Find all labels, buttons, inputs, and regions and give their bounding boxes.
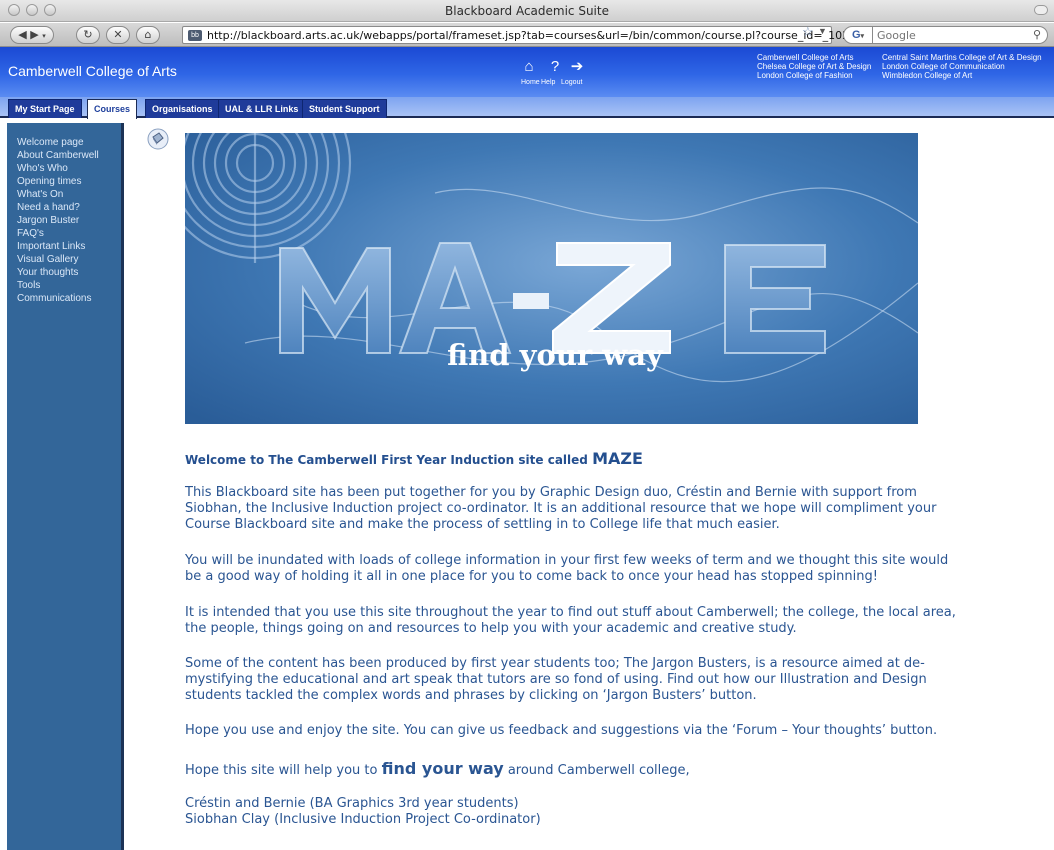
menu-item-tools[interactable]: Tools — [17, 280, 40, 291]
tab-my-start-page[interactable]: My Start Page — [8, 99, 82, 118]
banner-tagline: find your way — [447, 338, 664, 372]
college-link-lcc[interactable]: London College of Communication — [882, 62, 1005, 71]
menu-item-communications[interactable]: Communications — [17, 293, 91, 304]
search-box[interactable]: ⚲ — [873, 26, 1048, 44]
purpose-paragraph: It is intended that you use this site th… — [185, 605, 956, 636]
tab-courses[interactable]: Courses — [87, 99, 138, 119]
feedback-paragraph: Hope you use and enjoy the site. You can… — [185, 723, 938, 738]
menu-item-need-a-hand[interactable]: Need a hand? — [17, 202, 80, 213]
help-link[interactable]: Help — [541, 79, 555, 86]
site-title: Camberwell College of Arts — [8, 63, 177, 79]
college-link-camberwell[interactable]: Camberwell College of Arts — [757, 53, 853, 62]
window-title: Blackboard Academic Suite — [445, 4, 609, 18]
hope-emphasis: find your way — [381, 759, 504, 778]
tab-bar: My Start Page Courses Organisations UAL … — [0, 97, 1054, 119]
url-dropdown-icon[interactable]: ▼ — [818, 26, 827, 36]
menu-item-welcome-page[interactable]: Welcome page — [17, 137, 84, 148]
help-icon[interactable]: ? — [547, 59, 563, 75]
stop-icon: ✕ — [113, 28, 123, 41]
maze-banner: find your way — [185, 133, 918, 424]
url-text[interactable]: http://blackboard.arts.ac.uk/webapps/por… — [207, 29, 883, 42]
welcome-heading: Welcome to The Camberwell First Year Ind… — [185, 449, 643, 468]
course-menu: Welcome page About Camberwell Who's Who … — [7, 123, 124, 850]
tab-organisations[interactable]: Organisations — [145, 99, 220, 118]
stop-button[interactable]: ✕ — [106, 26, 130, 44]
signature-line-2: Siobhan Clay (Inclusive Induction Projec… — [185, 812, 541, 827]
welcome-heading-text: Welcome to The Camberwell First Year Ind… — [185, 453, 593, 467]
toolbar-toggle-button[interactable] — [1034, 5, 1048, 15]
jargon-paragraph: Some of the content has been produced by… — [185, 656, 927, 703]
hope-paragraph: Hope this site will help you to find you… — [185, 761, 965, 779]
back-forward-button-group[interactable]: ◀ ▶ ▾ — [10, 26, 54, 44]
address-bar[interactable]: bb http://blackboard.arts.ac.uk/webapps/… — [182, 26, 883, 44]
home-button[interactable]: ⌂ — [136, 26, 160, 44]
intro-paragraph: This Blackboard site has been put togeth… — [185, 485, 937, 532]
browser-toolbar: ◀ ▶ ▾ ↻ ✕ ⌂ bb http://blackboard.arts.ac… — [0, 23, 1054, 47]
search-engine-selector[interactable]: G▾ — [843, 26, 873, 44]
menu-item-your-thoughts[interactable]: Your thoughts — [17, 267, 78, 278]
menu-item-faqs[interactable]: FAQ's — [17, 228, 44, 239]
bookmark-star-icon[interactable]: ☆ — [802, 24, 814, 40]
college-link-fashion[interactable]: London College of Fashion — [757, 71, 853, 80]
home-link[interactable]: Home — [521, 79, 540, 86]
info-paragraph: You will be inundated with loads of coll… — [185, 553, 949, 584]
reload-button[interactable]: ↻ — [76, 26, 100, 44]
college-link-wimbledon[interactable]: Wimbledon College of Art — [882, 71, 972, 80]
reload-icon: ↻ — [83, 28, 93, 41]
menu-item-whats-on[interactable]: What's On — [17, 189, 63, 200]
forward-arrow-icon[interactable]: ▶ — [30, 28, 38, 41]
google-icon: G — [851, 29, 861, 41]
menu-item-important-links[interactable]: Important Links — [17, 241, 85, 252]
site-favicon-icon: bb — [188, 30, 202, 41]
window-titlebar: Blackboard Academic Suite — [0, 0, 1054, 22]
blackboard-header: Camberwell College of Arts ⌂ ? ➔ Home He… — [0, 47, 1054, 97]
hope-prefix: Hope this site will help you to — [185, 763, 382, 778]
edit-item-icon[interactable] — [147, 128, 169, 150]
tab-ual-llr-links[interactable]: UAL & LLR Links — [218, 99, 306, 118]
menu-item-jargon-buster[interactable]: Jargon Buster — [17, 215, 79, 226]
signature-line-1: Créstin and Bernie (BA Graphics 3rd year… — [185, 796, 519, 811]
menu-item-visual-gallery[interactable]: Visual Gallery — [17, 254, 79, 265]
home-icon: ⌂ — [144, 28, 152, 41]
welcome-heading-emphasis: MAZE — [592, 449, 643, 468]
menu-item-opening-times[interactable]: Opening times — [17, 176, 81, 187]
search-input[interactable] — [877, 28, 1017, 42]
logout-icon[interactable]: ➔ — [569, 59, 585, 75]
college-link-csm[interactable]: Central Saint Martins College of Art & D… — [882, 53, 1042, 62]
menu-item-about-camberwell[interactable]: About Camberwell — [17, 150, 99, 161]
logout-link[interactable]: Logout — [561, 79, 582, 86]
hope-suffix: around Camberwell college, — [503, 763, 690, 778]
history-dropdown-icon[interactable]: ▾ — [42, 32, 46, 40]
back-arrow-icon[interactable]: ◀ — [18, 28, 26, 41]
college-link-chelsea[interactable]: Chelsea College of Art & Design — [757, 62, 871, 71]
search-icon[interactable]: ⚲ — [1033, 28, 1041, 41]
home-nav-icon[interactable]: ⌂ — [521, 59, 537, 75]
menu-item-whos-who[interactable]: Who's Who — [17, 163, 68, 174]
tab-student-support[interactable]: Student Support — [302, 99, 387, 118]
